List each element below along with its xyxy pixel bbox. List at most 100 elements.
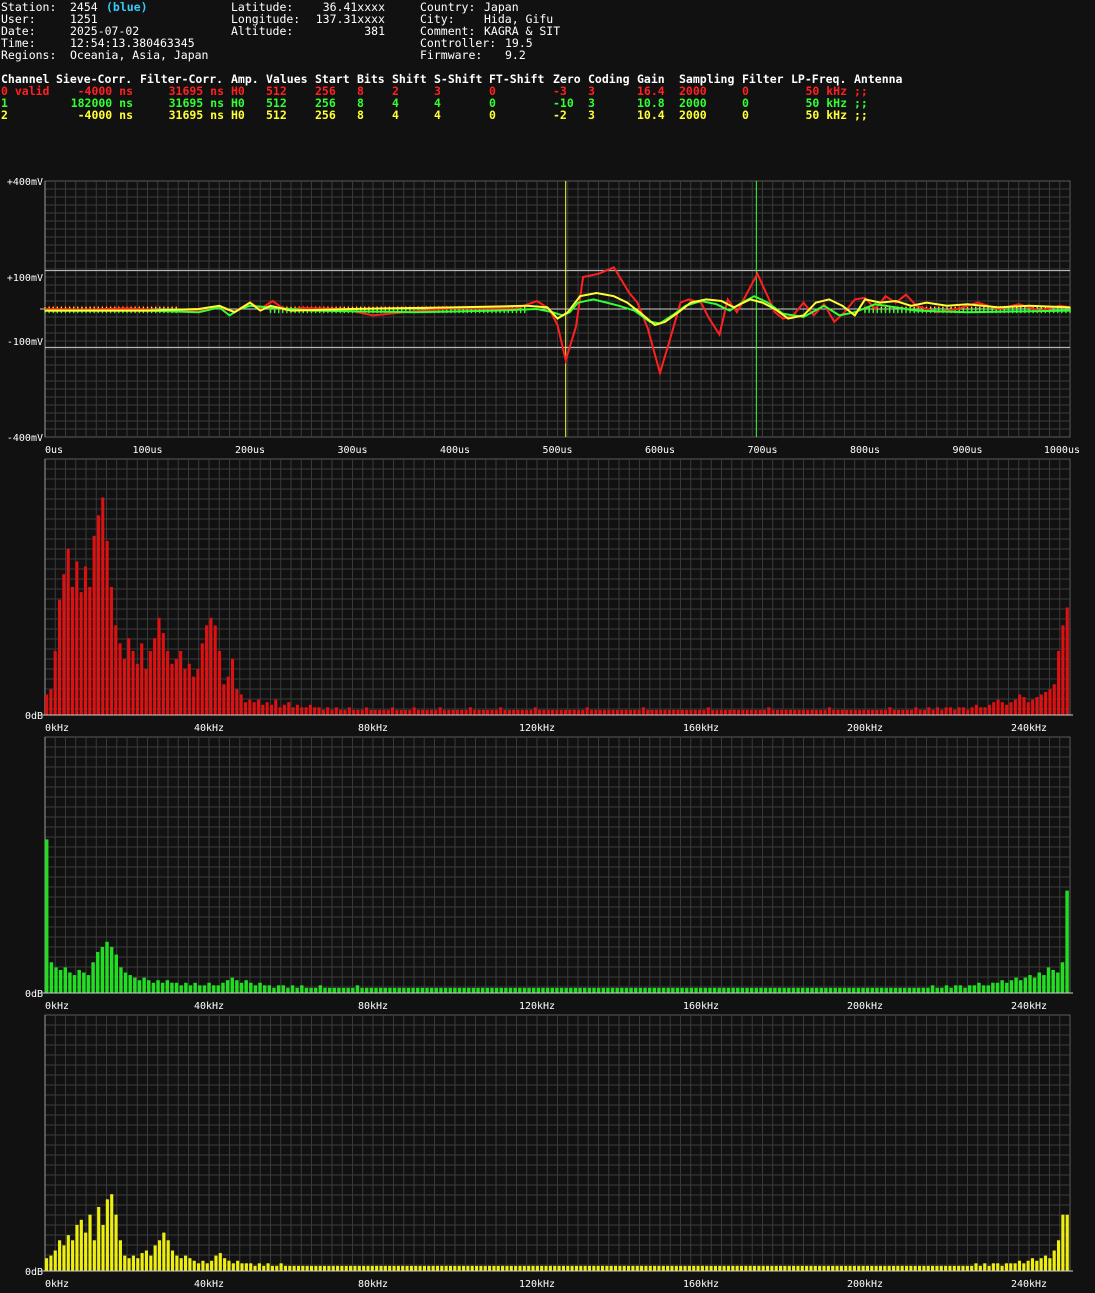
spectrum-bar [1052, 1250, 1056, 1271]
spectrum-bar [644, 1265, 648, 1271]
spectrum-bar [741, 709, 745, 715]
table-cell: 50 kHz [805, 108, 847, 122]
spectrum-bar [979, 707, 983, 715]
x-tick-label: 0us [45, 445, 63, 456]
spectrum-bar [356, 709, 360, 715]
spectrum-bar [735, 1265, 739, 1271]
spectrum-bar [935, 987, 939, 993]
spectrum-bar [587, 1265, 592, 1271]
spectrum-bar [992, 702, 996, 715]
spectrum-bar [514, 1265, 518, 1271]
spectrum-bar [295, 987, 299, 993]
spectrum-bar [827, 707, 831, 715]
spectrum-bar [1032, 977, 1037, 993]
spectrum-bar [105, 1199, 109, 1271]
spectrum-bar [907, 987, 912, 993]
spectrum-bar [402, 987, 406, 993]
spectrum-bar [609, 1265, 613, 1271]
spectrum-bar [905, 709, 909, 715]
spectrum-bar [156, 980, 160, 993]
spectrum-bar [675, 987, 680, 993]
spectrum-bar [622, 1265, 626, 1271]
spectrum-bar [600, 1265, 605, 1271]
spectrum-bar [304, 707, 308, 715]
spectrum-bar [314, 987, 318, 993]
spectrum-bar [856, 987, 861, 993]
spectrum-bar [127, 638, 131, 715]
spectrum-bar [970, 707, 974, 715]
spectrum-bar [170, 982, 174, 993]
spectrum-bar [559, 987, 564, 993]
spectrum-bar [406, 987, 411, 993]
spectrum-bar [477, 709, 481, 715]
spectrum-bar [131, 651, 135, 715]
spectrum-bar [444, 1265, 448, 1271]
spectrum-bar [897, 709, 901, 715]
spectrum-bar [236, 1260, 240, 1271]
spectrum-bar [705, 1265, 709, 1271]
spectrum-bar [383, 1265, 387, 1271]
x-tick-label: 300us [337, 445, 367, 456]
spectrum-bar [300, 707, 304, 715]
spectrum-bar [601, 987, 605, 993]
spectrum-bar [140, 643, 144, 715]
spectrum-bar [269, 704, 274, 715]
spectrum-bar [797, 709, 801, 715]
spectrum-bar [357, 1265, 361, 1271]
spectrum-bar [722, 987, 726, 993]
spectrum-bar [589, 709, 594, 715]
spectrum-bar [175, 1255, 179, 1271]
spectrum-bar [330, 709, 334, 715]
spectrum-bar [244, 980, 248, 993]
spectrum-bar [533, 707, 537, 715]
spectrum-bar [1005, 704, 1009, 715]
spectrum-bar [188, 985, 193, 993]
spectrum-bar [142, 977, 146, 993]
spectrum-bar [618, 1265, 622, 1271]
spectrum-bar [321, 709, 325, 715]
spectrum-bar [647, 987, 652, 993]
spectrum-bar [972, 985, 977, 993]
spectrum-bar [201, 1260, 205, 1271]
spectrum-bar [1023, 977, 1028, 993]
spectrum-bar [1035, 697, 1039, 715]
spectrum-bar [346, 987, 350, 993]
spectrum-bar [615, 709, 620, 715]
spectrum-bar [922, 1265, 926, 1271]
spectrum-bar [931, 1265, 935, 1271]
spectrum-bar [585, 707, 589, 715]
spectrum-bar [429, 987, 434, 993]
spectrum-bar [485, 987, 490, 993]
spectrum-bar [784, 709, 788, 715]
table-cell: -4000 ns [77, 108, 133, 122]
spectrum-bar [340, 1265, 344, 1271]
spectrum-bar [135, 663, 139, 715]
spectrum-bar [966, 709, 970, 715]
spectrum-bar [813, 1265, 817, 1271]
spectrum-bar [427, 1265, 431, 1271]
spectrum-bar [883, 1265, 887, 1271]
spectrum-bar [301, 1265, 305, 1271]
spectrum-bar [884, 987, 888, 993]
spectrum-bar [431, 1265, 435, 1271]
spectrum-bar [209, 617, 213, 715]
spectrum-bar [814, 709, 818, 715]
table-cell: 256 [315, 108, 336, 122]
spectrum-bar [447, 709, 451, 715]
spectrum-bar [698, 709, 702, 715]
spectrum-bar [45, 1258, 49, 1271]
spectrum-bar [700, 1265, 704, 1271]
spectrum-bar [300, 985, 304, 993]
spectrum-bar [522, 987, 527, 993]
spectrum-bar [672, 709, 676, 715]
spectrum-bar [879, 709, 883, 715]
spectrum-bar [1061, 1214, 1065, 1271]
spectrum-bar [610, 987, 615, 993]
spectrum-bar [197, 1263, 201, 1271]
spectrum-bar [148, 651, 152, 715]
spectrum-bar [464, 709, 468, 715]
spectrum-bar [602, 709, 607, 715]
spectrum-bar [62, 1245, 66, 1271]
spectrum-bar [822, 1265, 826, 1271]
spectrum-bar [123, 972, 128, 993]
